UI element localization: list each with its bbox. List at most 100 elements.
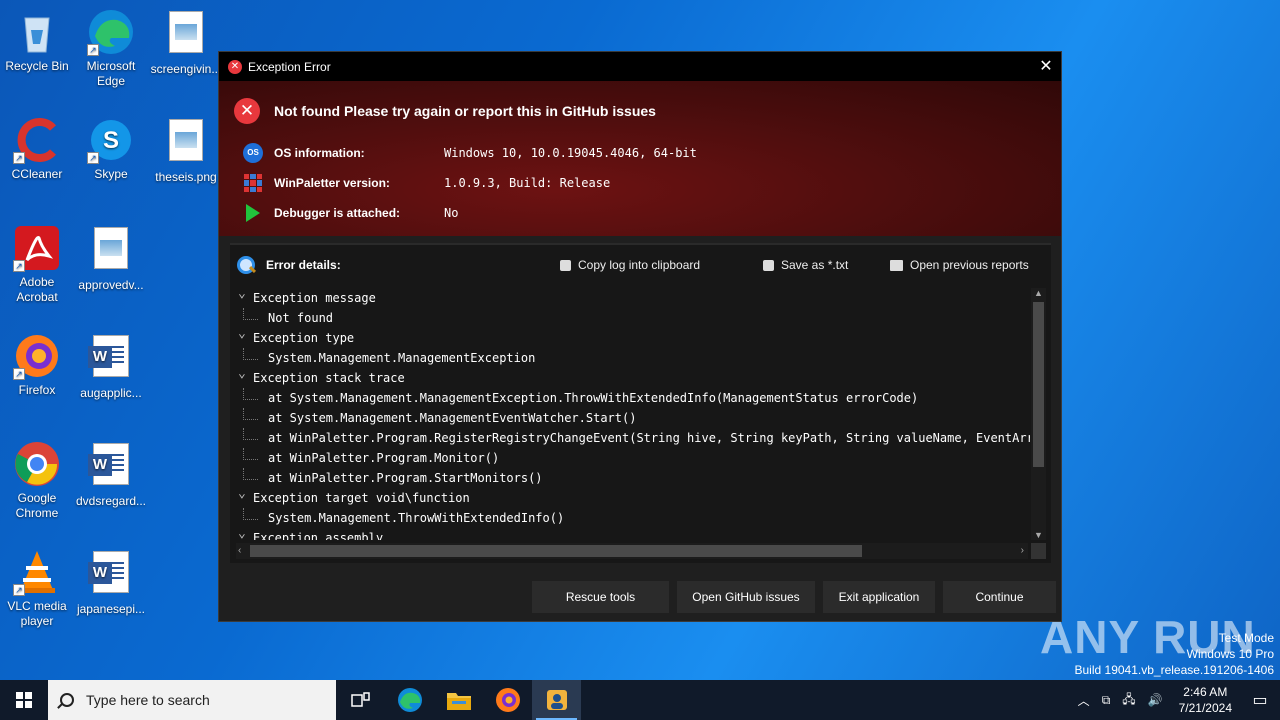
desktop-icon-skype[interactable]: S ↗ Skype (73, 116, 149, 182)
version-info-row: WinPaletter version: 1.0.9.3, Build: Rel… (234, 168, 1046, 198)
error-message: Not found Please try again or report thi… (274, 103, 656, 119)
tree-node[interactable]: Exception target void\function (230, 484, 1030, 508)
tree-leaf[interactable]: Not found (230, 308, 1030, 328)
error-details-panel: Error details: Copy log into clipboard S… (230, 243, 1051, 563)
tree-node[interactable]: Exception assembly (230, 524, 1030, 540)
scroll-down-icon[interactable]: ▼ (1031, 530, 1046, 540)
volume-icon[interactable]: 🔊 (1148, 693, 1163, 707)
tree-leaf[interactable]: at WinPaletter.Program.StartMonitors() (230, 468, 1030, 488)
tree-leaf[interactable]: at WinPaletter.Program.RegisterRegistryC… (230, 428, 1030, 448)
system-tray: ︿ ⧉ 🖧 🔊 2:46 AM 7/21/2024 ▭ (1072, 684, 1280, 716)
dialog-titlebar[interactable]: ✕ Exception Error ✕ (219, 52, 1061, 81)
edge-icon (397, 688, 422, 712)
notification-icon[interactable]: ▭ (1240, 690, 1280, 710)
copy-log-button[interactable]: Copy log into clipboard (560, 258, 700, 272)
skype-icon: S ↗ (87, 116, 135, 164)
taskbar-file-explorer[interactable] (434, 680, 483, 720)
taskbar-search-box[interactable]: Type here to search (48, 680, 336, 720)
tree-node[interactable]: Exception message (230, 288, 1030, 308)
word-document-icon: W (87, 335, 135, 383)
taskbar-edge[interactable] (385, 680, 434, 720)
taskbar-winpaletter[interactable] (532, 680, 581, 720)
horizontal-scroll-thumb[interactable] (250, 545, 862, 557)
edge-icon: ↗ (87, 8, 135, 56)
search-icon (60, 693, 74, 707)
debugger-info-row: Debugger is attached: No (234, 198, 1046, 228)
scroll-corner (1031, 543, 1046, 559)
dialog-footer: Rescue tools Open GitHub issues Exit app… (219, 571, 1061, 621)
os-info-label: OS information: (274, 146, 365, 160)
winpaletter-icon (244, 174, 262, 192)
taskbar-firefox[interactable] (483, 680, 532, 720)
exception-tree[interactable]: Exception messageNot foundException type… (230, 288, 1030, 540)
tree-leaf[interactable]: System.Management.ThrowWithExtendedInfo(… (230, 508, 1030, 528)
vertical-scrollbar[interactable]: ▲ ▼ (1031, 288, 1046, 540)
desktop-icon-japanesepi[interactable]: W japanesepi... (73, 548, 149, 617)
task-view-button[interactable] (336, 680, 385, 720)
search-placeholder: Type here to search (86, 692, 210, 708)
image-file-icon (162, 11, 210, 59)
close-icon[interactable]: ✕ (1031, 52, 1061, 81)
svg-text:S: S (103, 127, 119, 154)
vlc-icon: ↗ (13, 548, 61, 596)
firefox-icon (495, 688, 520, 712)
os-info-value: Windows 10, 10.0.19045.4046, 64-bit (444, 146, 697, 160)
word-document-icon: W (87, 551, 135, 599)
ethernet-icon[interactable]: 🖧 (1122, 690, 1135, 711)
folder-icon (446, 693, 471, 710)
scroll-up-icon[interactable]: ▲ (1031, 288, 1046, 298)
version-label: WinPaletter version: (274, 176, 390, 190)
scroll-left-icon[interactable]: ‹ (238, 543, 241, 559)
desktop-icon-theseis[interactable]: theseis.png (148, 116, 224, 185)
clock[interactable]: 2:46 AM 7/21/2024 (1179, 684, 1232, 716)
desktop-icon-vlc[interactable]: ↗ VLC media player (0, 548, 75, 629)
open-github-issues-button[interactable]: Open GitHub issues (677, 581, 815, 613)
recycle-bin-icon (13, 8, 61, 56)
horizontal-scrollbar[interactable]: ‹ › (236, 543, 1028, 559)
vertical-scroll-thumb[interactable] (1033, 302, 1044, 467)
desktop-icon-dvdsregard[interactable]: W dvdsregard... (73, 440, 149, 509)
desktop-icon-ccleaner[interactable]: ↗ CCleaner (0, 116, 75, 182)
tree-node[interactable]: Exception stack trace (230, 364, 1030, 388)
test-mode-info: Test Mode Windows 10 Pro Build 19041.vb_… (1075, 630, 1275, 678)
taskbar: Type here to search ︿ ⧉ 🖧 🔊 2:46 AM 7/21… (0, 680, 1280, 720)
clock-date: 7/21/2024 (1178, 701, 1232, 715)
start-button[interactable] (0, 680, 48, 720)
desktop-icon-screengivin[interactable]: screengivin... (148, 8, 224, 77)
debugger-label: Debugger is attached: (274, 206, 401, 220)
play-icon (246, 204, 260, 222)
magnifier-icon (236, 255, 256, 275)
error-details-title: Error details: (266, 258, 341, 272)
desktop-icon-firefox[interactable]: ↗ Firefox (0, 332, 75, 398)
rescue-tools-button[interactable]: Rescue tools (532, 581, 669, 613)
test-mode-label: Test Mode (1218, 631, 1274, 645)
desktop-icon-approvedv[interactable]: approvedv... (73, 224, 149, 293)
tree-leaf[interactable]: System.Management.ManagementException (230, 348, 1030, 368)
tree-node[interactable]: Exception type (230, 324, 1030, 348)
desktop-icon-recycle-bin[interactable]: Recycle Bin (0, 8, 75, 74)
exception-dialog: ✕ Exception Error ✕ ✕ Not found Please t… (218, 51, 1062, 622)
open-reports-button[interactable]: Open previous reports (890, 258, 1029, 272)
scroll-right-icon[interactable]: › (1021, 543, 1024, 559)
network-icon[interactable]: ⧉ (1102, 693, 1111, 708)
exit-application-button[interactable]: Exit application (823, 581, 935, 613)
winpaletter-app-icon (546, 690, 567, 710)
save-txt-button[interactable]: Save as *.txt (763, 258, 848, 272)
windows-edition-label: Windows 10 Pro (1186, 647, 1274, 661)
chevron-up-icon[interactable]: ︿ (1078, 692, 1090, 709)
folder-icon (890, 259, 903, 271)
firefox-icon: ↗ (13, 332, 61, 380)
dialog-title: Exception Error (248, 59, 331, 74)
desktop-icon-augapplic[interactable]: W augapplic... (73, 332, 149, 401)
tree-leaf[interactable]: at System.Management.ManagementException… (230, 388, 1030, 408)
desktop-icon-chrome[interactable]: Google Chrome (0, 440, 75, 521)
continue-button[interactable]: Continue (943, 581, 1056, 613)
ccleaner-icon: ↗ (13, 116, 61, 164)
error-small-icon: ✕ (228, 59, 242, 74)
chrome-icon (13, 440, 61, 488)
tree-leaf[interactable]: at System.Management.ManagementEventWatc… (230, 408, 1030, 428)
desktop-icon-edge[interactable]: ↗ Microsoft Edge (73, 8, 149, 89)
tree-leaf[interactable]: at WinPaletter.Program.Monitor() (230, 448, 1030, 468)
desktop-icon-adobe-acrobat[interactable]: ↗ Adobe Acrobat (0, 224, 75, 305)
error-icon: ✕ (234, 98, 260, 124)
